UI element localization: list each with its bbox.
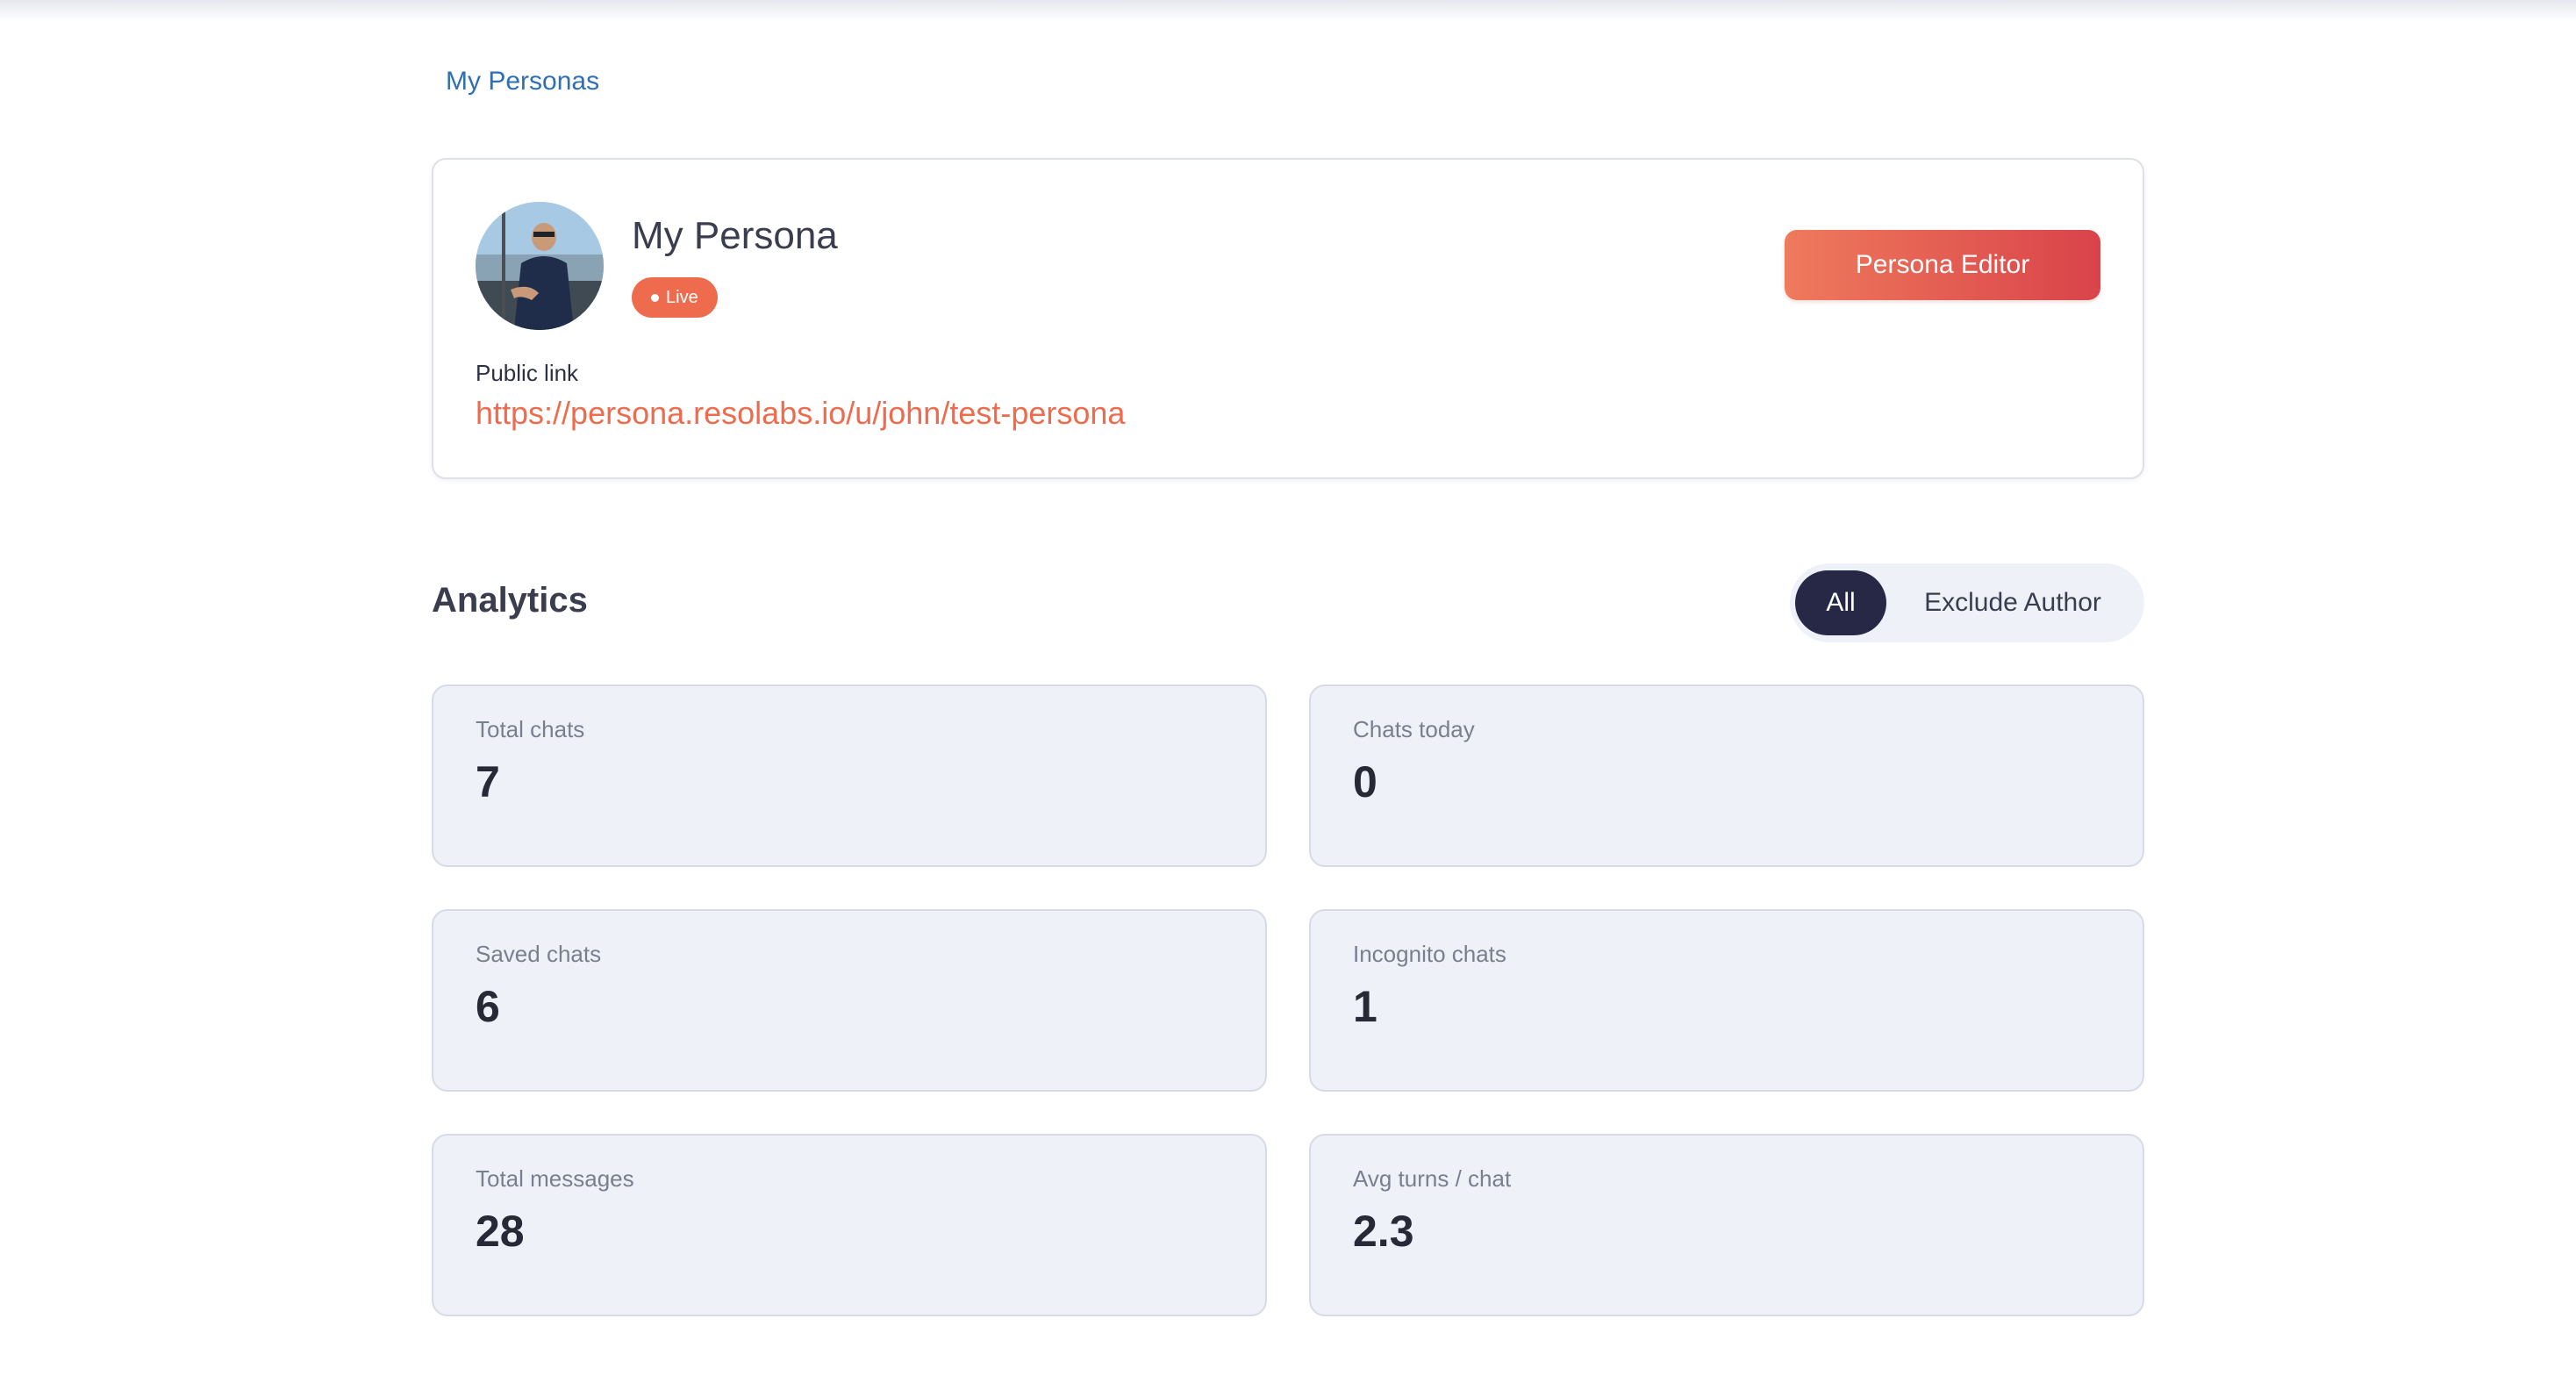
stat-label: Saved chats xyxy=(476,941,602,967)
stat-card-incognito-chats: Incognito chats 1 xyxy=(1309,909,2144,1092)
public-link-label: Public link xyxy=(476,360,579,386)
stat-value: 2.3 xyxy=(1353,1207,1414,1256)
stat-card-chats-today: Chats today 0 xyxy=(1309,684,2144,867)
public-link[interactable]: https://persona.resolabs.io/u/john/test-… xyxy=(476,395,1125,432)
stat-card-saved-chats: Saved chats 6 xyxy=(432,909,1267,1092)
filter-option-all[interactable]: All xyxy=(1795,570,1886,635)
stat-card-avg-turns: Avg turns / chat 2.3 xyxy=(1309,1134,2144,1316)
stat-value: 6 xyxy=(476,982,500,1031)
stat-value: 0 xyxy=(1353,757,1377,806)
status-badge: Live xyxy=(632,277,718,318)
stat-card-total-chats: Total chats 7 xyxy=(432,684,1267,867)
header-shadow xyxy=(0,0,2576,21)
live-dot-icon xyxy=(651,293,659,302)
stat-value: 7 xyxy=(476,757,500,806)
persona-editor-button[interactable]: Persona Editor xyxy=(1785,230,2100,300)
stat-label: Incognito chats xyxy=(1353,941,1506,967)
status-badge-label: Live xyxy=(666,287,698,307)
persona-name: My Persona xyxy=(632,214,838,257)
filter-option-exclude-author[interactable]: Exclude Author xyxy=(1886,570,2139,635)
stat-label: Chats today xyxy=(1353,716,1475,742)
stat-label: Total chats xyxy=(476,716,585,742)
stat-card-total-messages: Total messages 28 xyxy=(432,1134,1267,1316)
analytics-title: Analytics xyxy=(432,581,588,620)
breadcrumb-my-personas[interactable]: My Personas xyxy=(446,67,599,97)
persona-card: My Persona Live Persona Editor Public li… xyxy=(432,158,2144,479)
stat-value: 28 xyxy=(476,1207,525,1256)
stat-label: Total messages xyxy=(476,1165,634,1192)
stats-grid: Total chats 7 Chats today 0 Saved chats … xyxy=(432,684,2144,1316)
analytics-filter-toggle: All Exclude Author xyxy=(1790,563,2144,642)
stat-label: Avg turns / chat xyxy=(1353,1165,1512,1192)
stat-value: 1 xyxy=(1353,982,1377,1031)
persona-avatar xyxy=(476,202,604,330)
